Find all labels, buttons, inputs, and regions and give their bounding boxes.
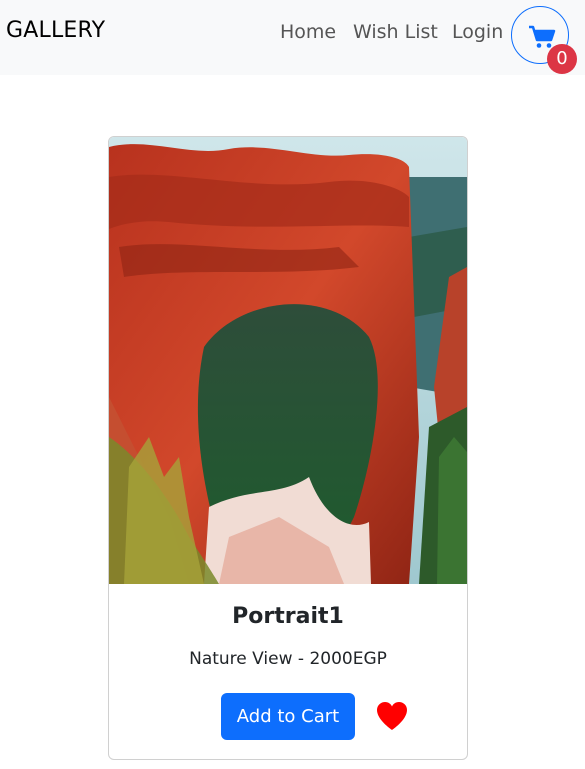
heart-icon[interactable] — [376, 701, 408, 731]
cart-count-badge: 0 — [547, 44, 577, 74]
product-title: Portrait1 — [232, 604, 344, 629]
nav-link-login[interactable]: Login — [452, 21, 503, 43]
product-image — [109, 137, 467, 584]
add-to-cart-button[interactable]: Add to Cart — [221, 693, 355, 740]
navbar: GALLERY Home Wish List Login 0 — [0, 0, 585, 75]
product-description: Nature View - 2000EGP — [189, 649, 387, 669]
brand-logo[interactable]: GALLERY — [6, 18, 105, 43]
cart-icon — [529, 25, 556, 48]
nav-link-home[interactable]: Home — [280, 21, 336, 43]
product-card: Portrait1 Nature View - 2000EGP Add to C… — [108, 136, 468, 760]
nav-link-wish-list[interactable]: Wish List — [353, 21, 438, 43]
